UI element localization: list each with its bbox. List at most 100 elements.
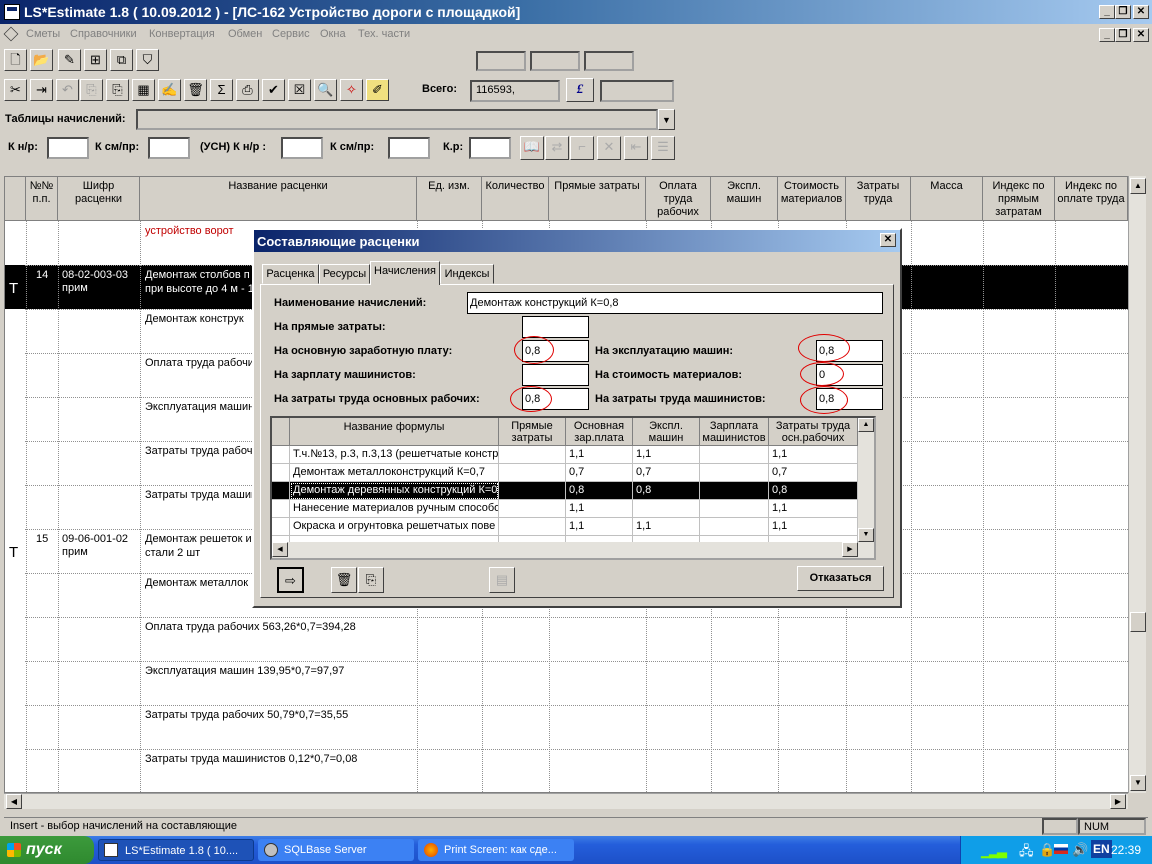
row-name[interactable]: Затраты труда машин (145, 489, 257, 502)
check-icon[interactable]: ✔ (262, 79, 285, 101)
header-machines[interactable]: Экспл. машин (711, 177, 778, 221)
marker-icon[interactable]: ✐ (366, 79, 389, 101)
menu-item-servis[interactable]: Сервис (272, 28, 310, 40)
scroll-down-icon[interactable]: ▼ (1130, 775, 1146, 791)
task-sqlbase[interactable]: SQLBase Server (258, 839, 414, 861)
formula-cell[interactable] (700, 500, 769, 518)
task-ls-estimate[interactable]: LS*Estimate 1.8 ( 10.... (98, 839, 254, 861)
row-name[interactable]: Оплата труда рабочих 563,26*0,7=394,28 (145, 621, 356, 634)
tray-app-icon[interactable]: 🔒 (1039, 842, 1055, 858)
row-name[interactable]: Демонтаж столбов п (145, 269, 250, 282)
dialog-close-icon[interactable]: ✕ (880, 233, 896, 247)
formula-cell[interactable]: Т.ч.№13, р.3, п.3,13 (решетчатые констр (290, 446, 499, 464)
formula-cell[interactable]: 1,1 (769, 518, 858, 536)
copy-accrual-icon[interactable]: ⎘ (358, 567, 384, 593)
header-num[interactable]: №№ п.п. (26, 177, 58, 221)
kr-input[interactable] (469, 137, 511, 159)
start-button[interactable]: пуск (0, 836, 94, 864)
formula-cell[interactable]: 0,8 (566, 482, 633, 500)
formulas-scroll-up-icon[interactable]: ▲ (858, 418, 874, 432)
formula-cell[interactable] (700, 464, 769, 482)
formula-cell[interactable]: 1,1 (566, 518, 633, 536)
menu-item-konvertatsiya[interactable]: Конвертация (149, 28, 215, 40)
formulas-header-labor[interactable]: Затраты труда осн.рабочих (769, 418, 858, 446)
row-code[interactable]: 09-06-001-02 прим (62, 533, 138, 559)
ksmpr2-input[interactable] (388, 137, 430, 159)
direct-costs-input[interactable] (522, 316, 589, 338)
menu-item-obmen[interactable]: Обмен (228, 28, 262, 40)
delete-icon[interactable]: 🗑 (184, 79, 207, 101)
usn-knr-input[interactable] (281, 137, 323, 159)
cut-icon[interactable]: ✂ (4, 79, 27, 101)
row-number[interactable]: 14 (36, 269, 48, 282)
tree-icon[interactable]: ⊞ (84, 49, 107, 71)
operator-salary-input[interactable] (522, 364, 589, 386)
book-icon[interactable]: 📖 (520, 136, 544, 160)
row-name[interactable]: Оплата труда рабочих (145, 357, 259, 370)
header-name[interactable]: Название расценки (140, 177, 417, 221)
network-signal-icon[interactable]: ▁▂▃ (981, 843, 1007, 859)
formulas-scroll-down-icon[interactable]: ▼ (858, 528, 874, 542)
formula-cell[interactable]: 1,1 (769, 446, 858, 464)
formulas-scroll-right-icon[interactable]: ▶ (842, 542, 858, 557)
formula-cell[interactable]: 0,7 (633, 464, 700, 482)
formulas-header-name[interactable]: Название формулы (290, 418, 499, 446)
row-name[interactable]: Демонтаж конструк (145, 313, 244, 326)
cancel-button[interactable]: Отказаться (797, 566, 884, 591)
disabled-tool-3-icon[interactable]: ✕ (597, 136, 621, 160)
row-name[interactable]: Демонтаж металлок (145, 577, 248, 590)
formulas-vscroll[interactable]: ▲ ▼ (858, 418, 874, 542)
disabled-tool-2-icon[interactable]: ⌐ (570, 136, 594, 160)
formula-cell[interactable]: 1,1 (633, 446, 700, 464)
tab-indices[interactable]: Индексы (440, 264, 494, 284)
formula-cell[interactable]: 1,1 (566, 500, 633, 518)
formula-cell[interactable] (700, 482, 769, 500)
sum-icon[interactable]: Σ (210, 79, 233, 101)
row-name[interactable]: устройство ворот (145, 225, 234, 238)
row-code[interactable]: 08-02-003-03 прим (62, 269, 138, 295)
row-name[interactable]: Эксплуатация машин 139,95*0,7=97,97 (145, 665, 344, 678)
formula-row-marker[interactable] (272, 482, 290, 500)
row-number[interactable]: 15 (36, 533, 48, 546)
copy-icon[interactable]: ⎘ (106, 79, 129, 101)
scroll-left-icon[interactable]: ◀ (6, 794, 22, 809)
formula-cell[interactable]: 1,1 (633, 518, 700, 536)
scroll-up-icon[interactable]: ▲ (1130, 178, 1146, 194)
ksmpr-input[interactable] (148, 137, 190, 159)
print-icon[interactable]: ⎙ (236, 79, 259, 101)
formula-cell[interactable]: Нанесение материалов ручным способо (290, 500, 499, 518)
cancel-mark-icon[interactable]: ☒ (288, 79, 311, 101)
formula-cell[interactable] (499, 446, 566, 464)
formula-cell[interactable] (700, 446, 769, 464)
formulas-header-direct[interactable]: Прямые затраты (499, 418, 566, 446)
paste-disabled-icon[interactable]: ⎘ (80, 79, 103, 101)
child-restore-icon[interactable]: ❐ (1115, 28, 1131, 42)
formula-row-marker[interactable] (272, 518, 290, 536)
task-print-screen[interactable]: Print Screen: как сде... (418, 839, 574, 861)
row-type-marker[interactable]: Т (9, 545, 18, 560)
edit-doc-icon[interactable]: ✎ (58, 49, 81, 71)
magic-wand-icon[interactable]: ✧ (340, 79, 363, 101)
formula-cell[interactable] (700, 518, 769, 536)
scroll-thumb[interactable] (1130, 612, 1146, 632)
grid-vertical-scrollbar[interactable]: ▲ ▼ (1128, 176, 1146, 793)
row-name-line2[interactable]: стали 2 шт (145, 547, 200, 560)
child-minimize-icon[interactable]: _ (1099, 28, 1115, 42)
delete-accrual-icon[interactable]: 🗑 (331, 567, 357, 593)
menu-item-smety[interactable]: Сметы (26, 28, 60, 40)
header-direct[interactable]: Прямые затраты (549, 177, 646, 221)
formula-cell[interactable]: 0,7 (566, 464, 633, 482)
formula-cell[interactable] (499, 518, 566, 536)
formula-cell[interactable]: Демонтаж металлоконструкций К=0,7 (290, 464, 499, 482)
header-index-direct[interactable]: Индекс по прямым затратам (983, 177, 1055, 221)
tables-combo[interactable] (136, 109, 658, 130)
restore-icon[interactable]: ❐ (1115, 5, 1131, 19)
disabled-tool-4-icon[interactable]: ⇤ (624, 136, 648, 160)
close-icon[interactable]: ✕ (1133, 5, 1149, 19)
disabled-tool-1-icon[interactable]: ⇄ (545, 136, 569, 160)
combo-dropdown-icon[interactable]: ▼ (658, 109, 675, 130)
formula-cell[interactable] (499, 500, 566, 518)
formulas-header-salary[interactable]: Основная зар.плата (566, 418, 633, 446)
tab-rastsenka[interactable]: Расценка (262, 264, 319, 284)
knr-input[interactable] (47, 137, 89, 159)
